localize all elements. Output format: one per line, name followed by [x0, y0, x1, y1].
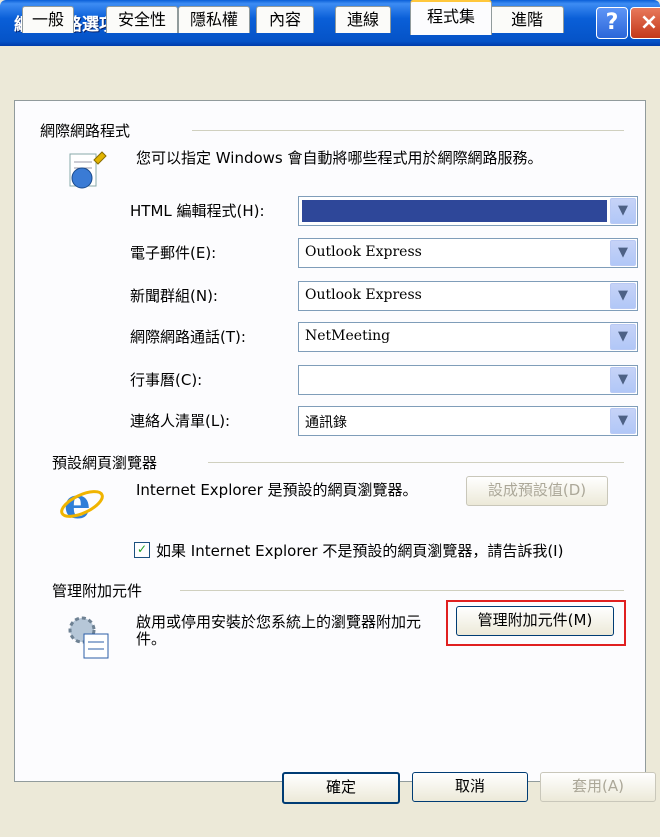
default-browser-description: Internet Explorer 是預設的網頁瀏覽器。 — [136, 481, 418, 499]
contacts-dropdown[interactable]: 通訊錄 ▼ — [298, 406, 638, 436]
contacts-value: 通訊錄 — [305, 415, 347, 431]
newsgroups-value: Outlook Express — [305, 287, 422, 303]
programs-description: 您可以指定 Windows 會自動將哪些程式用於網際網路服務。 — [136, 149, 543, 167]
default-browser-group-title: 預設網頁瀏覽器 — [52, 454, 158, 472]
group-divider — [180, 590, 624, 591]
cancel-button[interactable]: 取消 — [412, 772, 528, 802]
close-button[interactable]: × — [630, 7, 660, 39]
internet-call-dropdown[interactable]: NetMeeting ▼ — [298, 322, 638, 352]
group-divider — [192, 130, 624, 131]
chevron-down-icon[interactable]: ▼ — [610, 324, 636, 350]
help-button[interactable]: ? — [596, 7, 628, 39]
internet-explorer-icon: e — [60, 479, 104, 526]
newsgroups-dropdown[interactable]: Outlook Express ▼ — [298, 281, 638, 311]
chevron-down-icon[interactable]: ▼ — [610, 198, 636, 224]
newsgroups-label: 新聞群組(N): — [130, 287, 218, 305]
selection-fill — [302, 200, 607, 222]
tab-connections[interactable]: 連線 — [335, 6, 391, 33]
tab-programs[interactable]: 程式集 — [410, 0, 492, 35]
tab-general[interactable]: 一般 — [22, 6, 74, 33]
tab-security[interactable]: 安全性 — [106, 6, 178, 33]
tab-privacy[interactable]: 隱私權 — [178, 6, 250, 33]
chevron-down-icon[interactable]: ▼ — [610, 283, 636, 309]
set-default-button[interactable]: 設成預設值(D) — [466, 476, 608, 506]
check-default-checkbox[interactable]: ✓ — [134, 542, 150, 558]
chevron-down-icon[interactable]: ▼ — [610, 367, 636, 393]
addons-description: 啟用或停用安裝於您系統上的瀏覽器附加元件。 — [136, 613, 422, 648]
internet-call-value: NetMeeting — [305, 328, 391, 344]
tab-content[interactable]: 內容 — [256, 6, 314, 33]
group-divider — [208, 462, 624, 463]
html-editor-label: HTML 編輯程式(H): — [130, 202, 265, 220]
internet-options-dialog: 網際網路選項 ? × 一般 安全性 隱私權 內容 連線 程式集 進階 網際網路程… — [0, 0, 660, 837]
email-value: Outlook Express — [305, 244, 422, 260]
ok-button[interactable]: 確定 — [282, 772, 400, 804]
chevron-down-icon[interactable]: ▼ — [610, 240, 636, 266]
highlight-box — [446, 600, 626, 646]
email-label: 電子郵件(E): — [130, 244, 217, 262]
calendar-dropdown[interactable]: ▼ — [298, 365, 638, 395]
contacts-label: 連絡人清單(L): — [130, 412, 231, 430]
chevron-down-icon[interactable]: ▼ — [610, 408, 636, 434]
programs-icon — [69, 151, 107, 189]
addons-gear-icon — [68, 616, 109, 659]
tab-advanced[interactable]: 進階 — [490, 6, 564, 33]
internet-call-label: 網際網路通話(T): — [130, 328, 246, 346]
calendar-label: 行事曆(C): — [130, 371, 203, 389]
apply-button[interactable]: 套用(A) — [540, 772, 656, 802]
internet-programs-group-title: 網際網路程式 — [40, 122, 131, 140]
email-dropdown[interactable]: Outlook Express ▼ — [298, 238, 638, 268]
check-default-label[interactable]: 如果 Internet Explorer 不是預設的網頁瀏覽器，請告訴我(I) — [156, 540, 563, 561]
html-editor-dropdown[interactable]: ▼ — [298, 196, 638, 226]
addons-group-title: 管理附加元件 — [52, 582, 143, 600]
